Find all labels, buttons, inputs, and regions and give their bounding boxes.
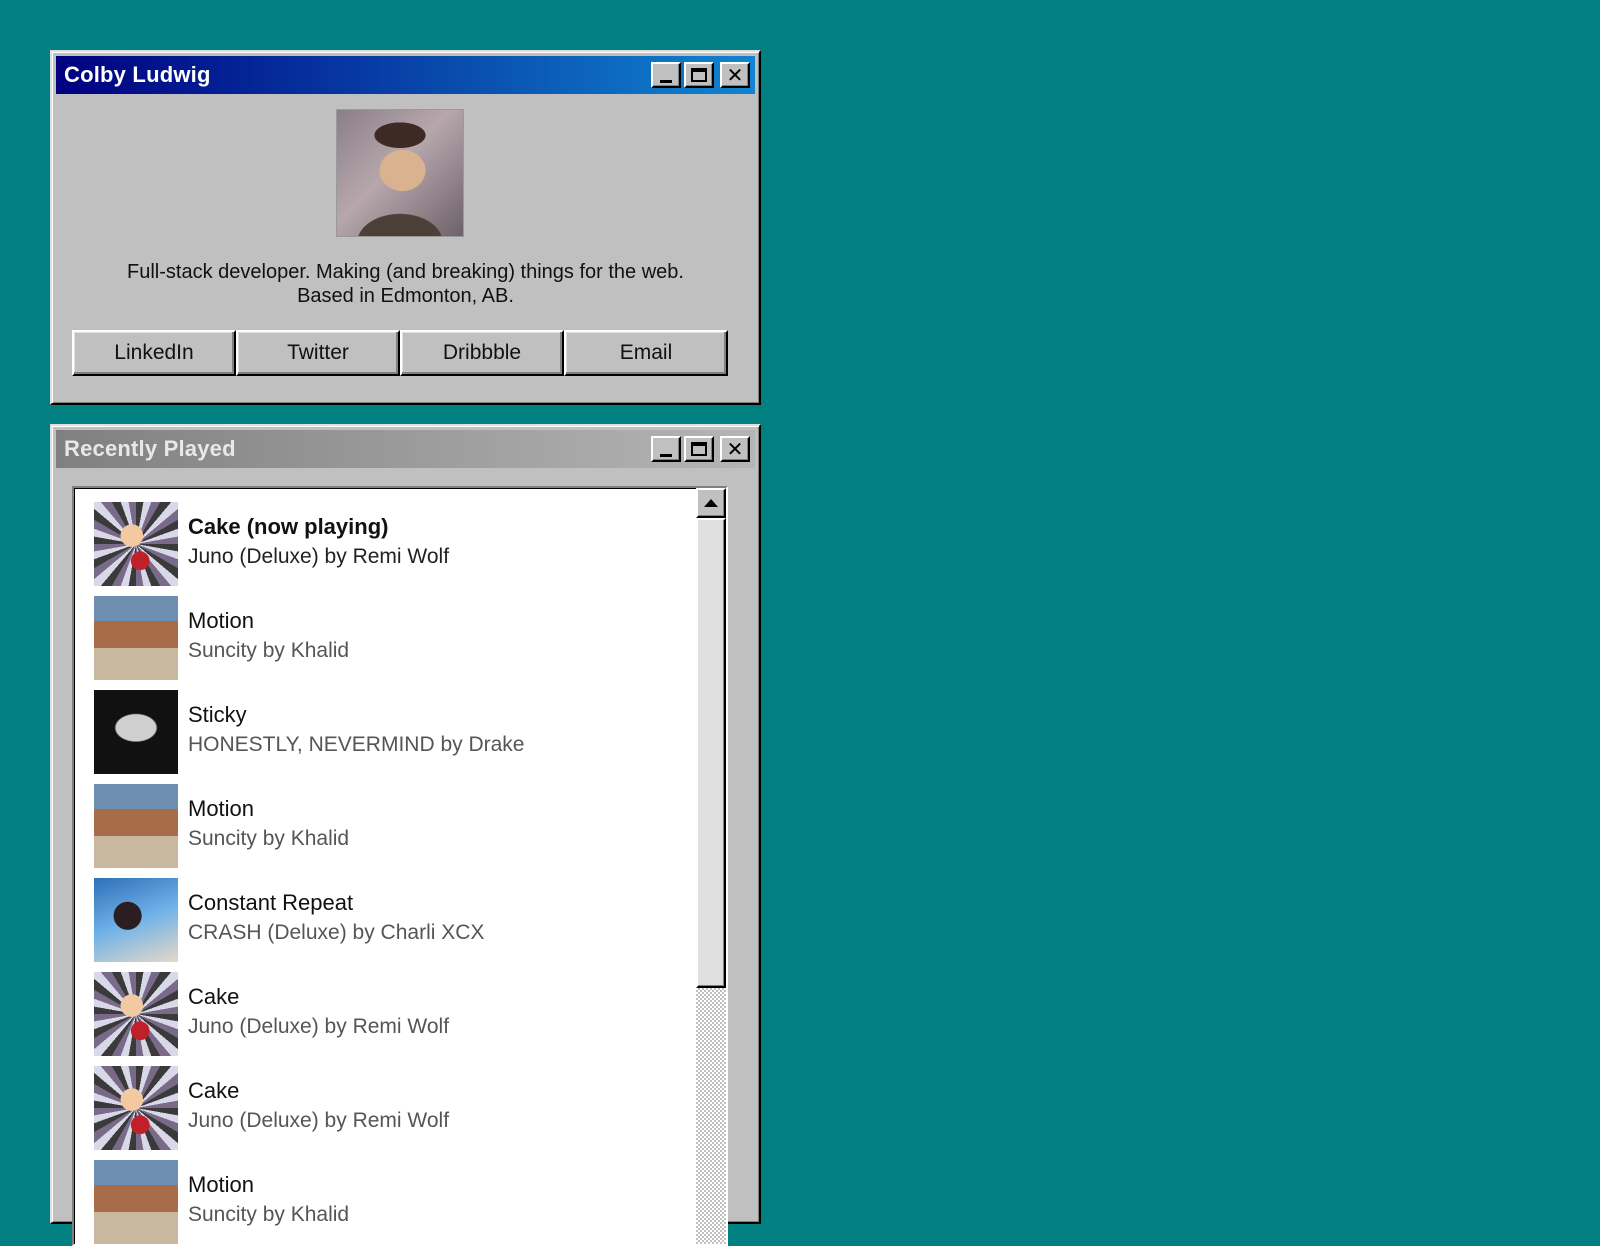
track-row[interactable]: Cake (now playing) Juno (Deluxe) by Remi… <box>94 502 686 596</box>
minimize-icon <box>660 79 672 83</box>
track-list: Cake (now playing) Juno (Deluxe) by Remi… <box>94 502 686 1244</box>
window-title: Colby Ludwig <box>64 62 211 87</box>
maximize-button[interactable] <box>684 436 714 462</box>
track-subtitle: Suncity by Khalid <box>188 1203 350 1226</box>
avatar <box>337 110 463 236</box>
track-subtitle: Juno (Deluxe) by Remi Wolf <box>188 1109 450 1132</box>
album-art <box>94 1066 178 1150</box>
minimize-icon <box>660 453 672 457</box>
recently-played-window: Recently Played ✕ Cake (now playing) Jun… <box>50 424 761 1246</box>
track-subtitle: Juno (Deluxe) by Remi Wolf <box>188 545 450 568</box>
profile-window: Colby Ludwig ✕ Full-stack developer. Mak… <box>50 50 761 405</box>
close-button[interactable]: ✕ <box>720 62 750 88</box>
track-subtitle: Suncity by Khalid <box>188 827 350 850</box>
track-listbox[interactable]: Cake (now playing) Juno (Deluxe) by Remi… <box>72 486 728 1246</box>
scroll-up-button[interactable] <box>696 488 726 518</box>
track-row[interactable]: Cake Juno (Deluxe) by Remi Wolf <box>94 972 686 1066</box>
track-title: Motion <box>188 608 255 633</box>
bio-line: Full-stack developer. Making (and breaki… <box>127 261 684 283</box>
track-title: Cake <box>188 1078 240 1103</box>
twitter-button[interactable]: Twitter <box>236 330 400 376</box>
track-subtitle: Suncity by Khalid <box>188 639 350 662</box>
maximize-button[interactable] <box>684 62 714 88</box>
album-art <box>94 596 178 680</box>
title-bar[interactable]: Colby Ludwig ✕ <box>56 56 755 94</box>
linkedin-button[interactable]: LinkedIn <box>72 330 236 376</box>
track-title: Motion <box>188 1172 255 1197</box>
close-button[interactable]: ✕ <box>720 436 750 462</box>
close-icon: ✕ <box>726 437 744 461</box>
maximize-icon <box>691 68 707 82</box>
minimize-button[interactable] <box>651 62 681 88</box>
track-row[interactable]: Constant Repeat CRASH (Deluxe) by Charli… <box>94 878 686 972</box>
album-art <box>94 1160 178 1244</box>
album-art <box>94 972 178 1056</box>
scroll-thumb[interactable] <box>696 518 726 988</box>
bio: Full-stack developer. Making (and breaki… <box>52 260 759 308</box>
album-art <box>94 690 178 774</box>
track-subtitle: Juno (Deluxe) by Remi Wolf <box>188 1015 450 1038</box>
track-row[interactable]: Sticky HONESTLY, NEVERMIND by Drake <box>94 690 686 784</box>
track-title: Constant Repeat <box>188 890 354 915</box>
album-art <box>94 784 178 868</box>
track-title: Cake <box>188 984 240 1009</box>
minimize-button[interactable] <box>651 436 681 462</box>
close-icon: ✕ <box>726 63 744 87</box>
track-row[interactable]: Motion Suncity by Khalid <box>94 1160 686 1244</box>
track-title: Sticky <box>188 702 247 727</box>
track-row[interactable]: Cake Juno (Deluxe) by Remi Wolf <box>94 1066 686 1160</box>
album-art <box>94 878 178 962</box>
maximize-icon <box>691 442 707 456</box>
arrow-up-icon <box>704 499 718 507</box>
bio-line: Based in Edmonton, AB. <box>297 285 514 307</box>
vertical-scrollbar[interactable] <box>696 488 726 1244</box>
track-row[interactable]: Motion Suncity by Khalid <box>94 784 686 878</box>
track-subtitle: CRASH (Deluxe) by Charli XCX <box>188 921 485 944</box>
track-title: Cake (now playing) <box>188 514 389 539</box>
email-button[interactable]: Email <box>564 330 728 376</box>
dribbble-button[interactable]: Dribbble <box>400 330 564 376</box>
window-title: Recently Played <box>64 436 236 461</box>
track-row[interactable]: Motion Suncity by Khalid <box>94 596 686 690</box>
track-subtitle: HONESTLY, NEVERMIND by Drake <box>188 733 525 756</box>
track-title: Motion <box>188 796 255 821</box>
link-buttons: LinkedIn Twitter Dribbble Email <box>72 330 728 376</box>
title-bar[interactable]: Recently Played ✕ <box>56 430 755 468</box>
album-art <box>94 502 178 586</box>
